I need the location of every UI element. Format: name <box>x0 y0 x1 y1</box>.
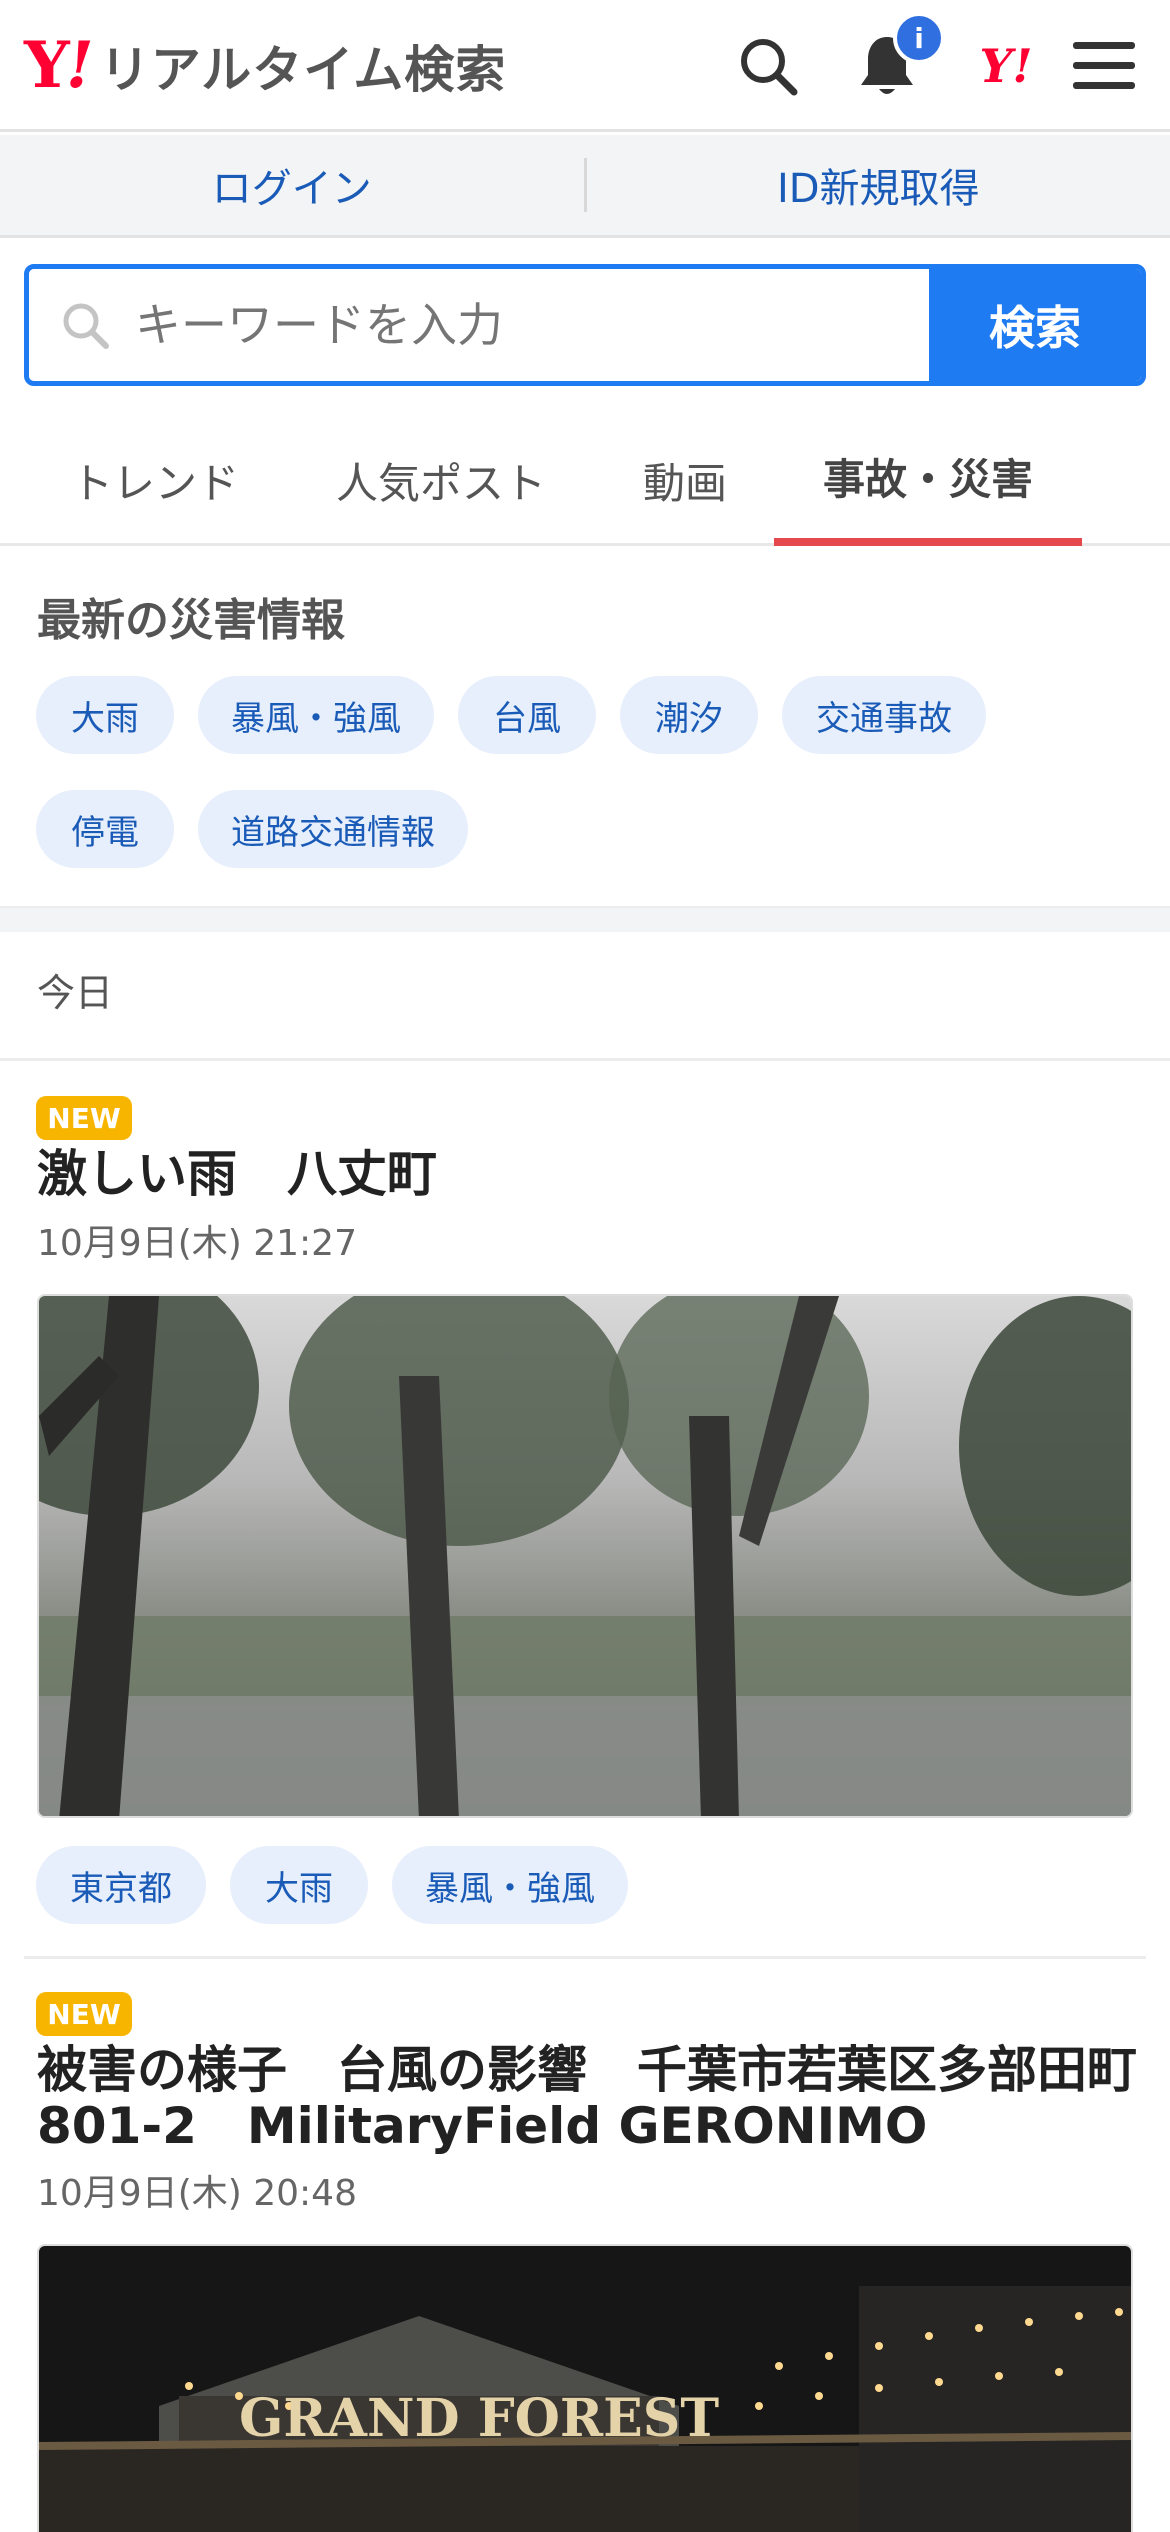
disaster-chip[interactable]: 道路交通情報 <box>198 790 468 868</box>
post-tag[interactable]: 暴風・強風 <box>392 1846 628 1924</box>
yahoo-logo-excl: ! <box>65 28 94 103</box>
section-divider <box>0 906 1170 932</box>
disaster-chip[interactable]: 大雨 <box>36 676 174 754</box>
post-divider <box>24 1956 1146 1959</box>
search-icon[interactable] <box>724 22 812 110</box>
notification-badge: i <box>893 12 945 64</box>
disaster-chip[interactable]: 潮汐 <box>620 676 758 754</box>
menu-icon[interactable] <box>1060 22 1148 110</box>
disaster-section-title: 最新の災害情報 <box>37 595 345 646</box>
post-title-line: 801-2 MilitaryField GERONIMO <box>37 2097 928 2155</box>
search-input[interactable] <box>135 298 835 352</box>
tab-videos[interactable]: 動画 <box>610 414 760 546</box>
search-button[interactable]: 検索 <box>929 269 1141 381</box>
signup-link[interactable]: ID新規取得 <box>587 156 1170 214</box>
post-title-line: 被害の様子 台風の影響 千葉市若葉区多部田町 <box>37 2041 1137 2099</box>
logo[interactable]: Y ! リアルタイム検索 <box>24 28 506 104</box>
tab-accidents-disasters[interactable]: 事故・災害 <box>774 414 1082 546</box>
category-tabs: トレンド 人気ポスト 動画 事故・災害 <box>0 414 1170 546</box>
post-tag[interactable]: 大雨 <box>230 1846 368 1924</box>
post-image[interactable] <box>37 1294 1133 1818</box>
disaster-chip[interactable]: 交通事故 <box>782 676 986 754</box>
tab-popular-posts[interactable]: 人気ポスト <box>318 414 564 546</box>
login-link[interactable]: ログイン <box>0 156 584 214</box>
post-timestamp: 10月9日(木) 20:48 <box>37 2173 357 2214</box>
disaster-chip[interactable]: 暴風・強風 <box>198 676 434 754</box>
tab-trend[interactable]: トレンド <box>40 414 270 546</box>
disaster-chip[interactable]: 台風 <box>458 676 596 754</box>
date-header: 今日 <box>37 971 114 1015</box>
search-field-icon <box>63 303 109 349</box>
new-badge: NEW <box>36 1096 132 1140</box>
search-field[interactable] <box>29 269 929 381</box>
sign-text: GRAND FOREST <box>239 2388 719 2449</box>
post-timestamp: 10月9日(木) 21:27 <box>37 1223 357 1264</box>
post-tag[interactable]: 東京都 <box>36 1846 206 1924</box>
auth-bar: ログイン ID新規取得 <box>0 135 1170 238</box>
post-title[interactable]: 被害の様子 台風の影響 千葉市若葉区多部田町 801-2 MilitaryFie… <box>37 2042 1137 2154</box>
yahoo-top-icon[interactable]: Y! <box>962 22 1050 110</box>
disaster-chip[interactable]: 停電 <box>36 790 174 868</box>
yahoo-logo-mark: Y <box>24 28 70 103</box>
yahoo-mark: Y! <box>979 39 1033 93</box>
post-title[interactable]: 激しい雨 八丈町 <box>37 1146 437 1202</box>
service-name: リアルタイム検索 <box>99 41 507 99</box>
new-badge: NEW <box>36 1992 132 2036</box>
date-divider <box>0 1058 1170 1061</box>
app-header: Y ! リアルタイム検索 i Y! <box>0 0 1170 132</box>
search-bar: 検索 <box>24 264 1146 386</box>
post-image[interactable]: GRAND FOREST <box>37 2244 1133 2532</box>
